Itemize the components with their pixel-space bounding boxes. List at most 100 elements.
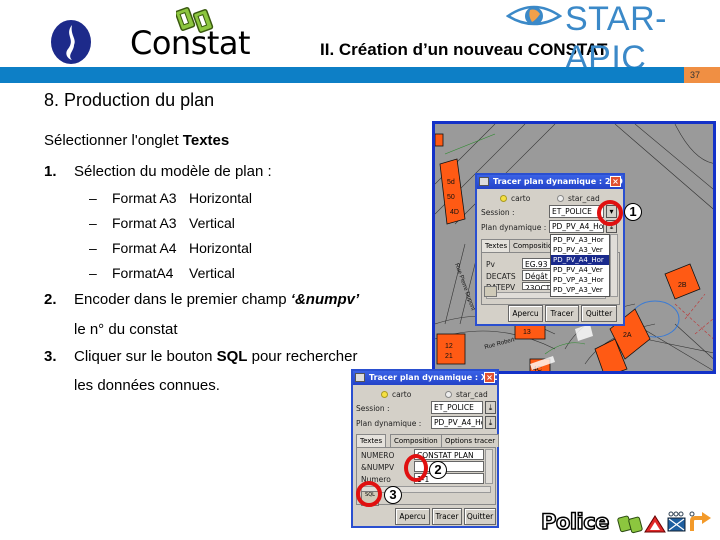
page-number: 37: [684, 67, 720, 83]
radio-star-cad[interactable]: [557, 195, 564, 202]
tab-textes[interactable]: Textes: [481, 239, 512, 252]
session-label: Session :: [356, 404, 390, 413]
dropdown-option-selected[interactable]: PD_PV_A4_Hor: [551, 255, 609, 265]
parcel-label: 13: [523, 329, 531, 336]
footer-police-logo: Police: [540, 509, 610, 535]
plan-label: Plan dynamique :: [356, 419, 422, 428]
step-2-text: Encoder dans le premier champ ‘&numpv’: [74, 291, 359, 308]
step-3-prefix: Cliquer sur le bouton: [74, 348, 217, 365]
session-field[interactable]: ET_POLICE: [549, 205, 604, 218]
step-3-text: Cliquer sur le bouton SQL pour recherche…: [74, 348, 358, 365]
field-label: DECATS: [486, 272, 516, 281]
plan-dropdown-button[interactable]: ⤓: [485, 416, 496, 429]
plan-field[interactable]: PD_PV_A4_Hor: [549, 220, 604, 233]
field-value[interactable]: Dégât: [522, 270, 552, 281]
field-value[interactable]: 23OCT: [522, 282, 552, 290]
close-icon[interactable]: ×: [610, 176, 621, 187]
plan-label: Plan dynamique :: [481, 223, 547, 232]
tab-textes[interactable]: Textes: [356, 434, 387, 447]
radio-star-cad[interactable]: [445, 391, 452, 398]
quitter-button[interactable]: Quitter: [581, 305, 617, 322]
step-2-prefix: Encoder dans le premier champ: [74, 291, 291, 308]
format-name: Format A3: [112, 190, 177, 206]
step-2-field-name: ‘&numpv’: [290, 291, 360, 308]
radio-carto-label: carto: [511, 194, 531, 203]
header-bar: [0, 67, 720, 83]
chain-icon: [617, 515, 643, 534]
session-field[interactable]: ET_POLICE: [431, 401, 483, 414]
radio-carto-label: carto: [392, 390, 412, 399]
barrier-icon: [667, 511, 686, 532]
plan-field[interactable]: PD_PV_A4_Hor: [431, 416, 483, 429]
callout-ring-3: [356, 481, 382, 507]
intro-prefix: Sélectionner l'onglet: [44, 132, 183, 149]
session-label: Session :: [481, 208, 515, 217]
format-orientation: Vertical: [189, 265, 235, 281]
step-3-suffix: pour rechercher: [247, 348, 358, 365]
parcel: [435, 133, 444, 147]
app-name: Constat: [130, 24, 251, 62]
parcel-label: 5d: [447, 179, 455, 186]
dash: –: [89, 215, 97, 231]
dropdown-scrollbar[interactable]: [610, 234, 618, 297]
plan-dialog-dropdown-open: Tracer plan dynamique : 23O8084... × car…: [475, 173, 625, 326]
dash: –: [89, 240, 97, 256]
dialog-title: Tracer plan dynamique : 23O8084...: [493, 177, 623, 186]
step-3-number: 3.: [44, 348, 57, 365]
police-flame-logo: [51, 20, 91, 64]
radio-carto[interactable]: [381, 391, 388, 398]
step-3-bold: SQL: [216, 348, 248, 365]
format-orientation: Horizontal: [189, 190, 253, 206]
dropdown-option[interactable]: PD_PV_A3_Ver: [551, 245, 609, 255]
step-3-line2: les données connues.: [74, 377, 220, 394]
field-label: &NUMPV: [361, 463, 395, 472]
dialog-titlebar: Tracer plan dynamique : 23O8084... ×: [477, 175, 623, 189]
dash: –: [89, 190, 97, 206]
parcel-label: 4D: [450, 209, 459, 216]
quitter-button[interactable]: Quitter: [464, 508, 496, 525]
tab-options-tracer[interactable]: Options tracer: [441, 434, 500, 447]
apercu-button[interactable]: Apercu: [508, 305, 543, 322]
sql-button[interactable]: [484, 286, 497, 297]
parcel-label: 12: [445, 343, 453, 350]
dropdown-option[interactable]: PD_PV_A3_Hor: [551, 235, 609, 245]
tab-composition[interactable]: Composition: [390, 434, 442, 447]
callout-number-2: 2: [429, 461, 447, 479]
slide-heading: 8. Production du plan: [44, 90, 215, 110]
street-label: Rue Pierre Dupont: [453, 263, 476, 312]
radio-star-cad-label: star_cad: [456, 390, 488, 399]
intro-bold: Textes: [182, 132, 230, 149]
street-label: Rue Robert: [484, 337, 516, 351]
tracer-button[interactable]: Tracer: [545, 305, 579, 322]
parcel-label: 2B: [678, 282, 687, 289]
parcel-label: 2A: [623, 332, 632, 339]
intro-text: Sélectionner l'onglet Textes: [44, 132, 229, 149]
field-value[interactable]: EG.93: [522, 258, 552, 269]
close-icon[interactable]: ×: [484, 372, 495, 383]
footer-icon-strip: [617, 511, 711, 534]
parcel-label: 50: [447, 194, 455, 201]
dash: –: [89, 265, 97, 281]
format-name: Format A4: [112, 240, 177, 256]
tracer-button[interactable]: Tracer: [432, 508, 462, 525]
vertical-scrollbar[interactable]: [485, 449, 493, 484]
step-2-number: 2.: [44, 291, 57, 308]
apercu-button[interactable]: Apercu: [395, 508, 430, 525]
callout-ring-2: [404, 454, 428, 482]
session-dropdown-button[interactable]: ⤓: [485, 401, 496, 414]
dialog-title: Tracer plan dynamique : X1O8084...: [369, 373, 497, 382]
step-2-line2: le n° du constat: [74, 321, 178, 338]
field-label: NUMERO: [361, 451, 395, 460]
plan-dropdown-list[interactable]: PD_PV_A3_Hor PD_PV_A3_Ver PD_PV_A4_Hor P…: [550, 234, 610, 297]
format-orientation: Vertical: [189, 215, 235, 231]
radio-carto[interactable]: [500, 195, 507, 202]
dropdown-option[interactable]: PD_VP_A3_Ver: [551, 285, 609, 295]
format-name: FormatA4: [112, 265, 174, 281]
dropdown-option[interactable]: PD_VP_A3_Hor: [551, 275, 609, 285]
callout-number-3: 3: [384, 486, 402, 504]
detour-arrow-icon: [689, 511, 711, 531]
step-1-text: Sélection du modèle de plan :: [74, 163, 272, 180]
step-1-number: 1.: [44, 163, 57, 180]
parcel-label: 21: [445, 353, 453, 360]
dropdown-option[interactable]: PD_PV_A4_Ver: [551, 265, 609, 275]
